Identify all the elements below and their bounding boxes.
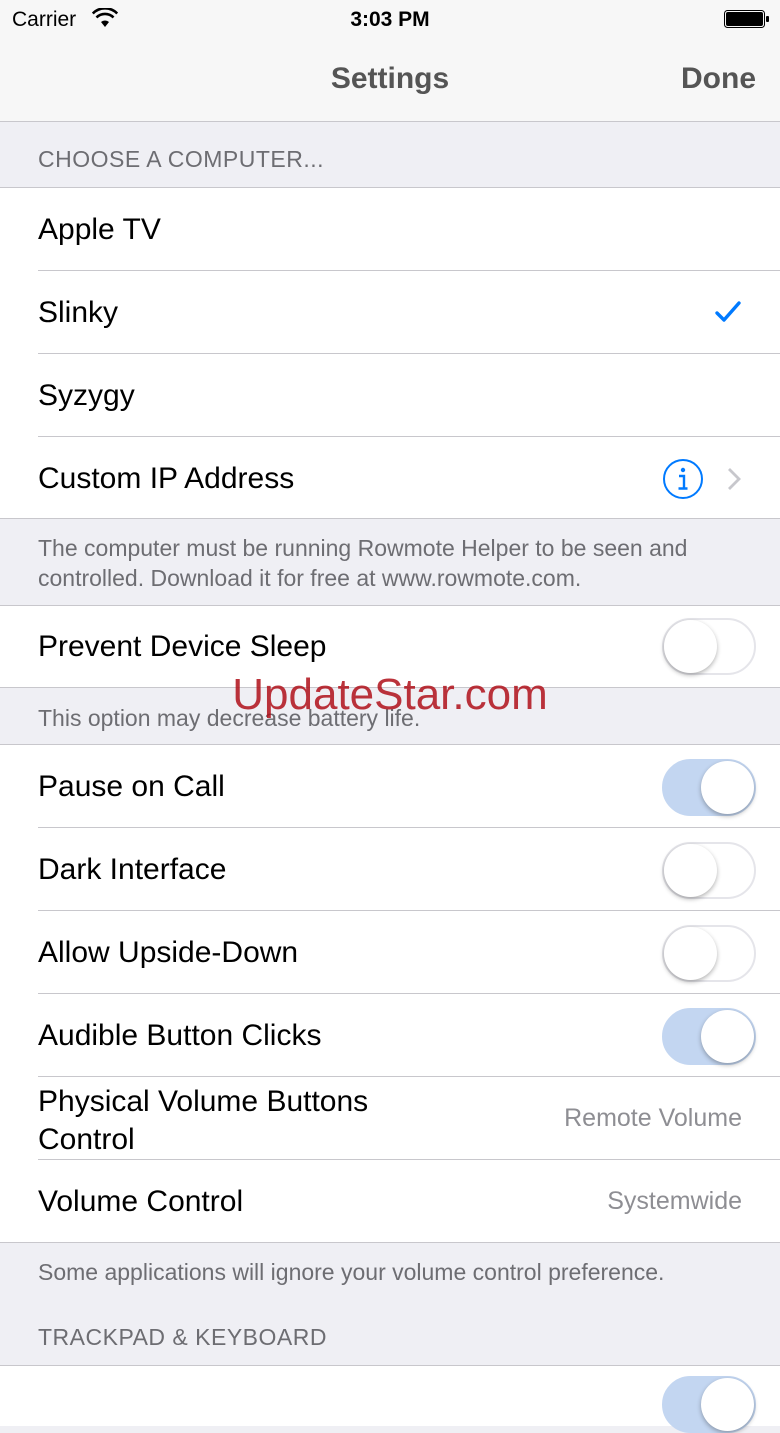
page-title: Settings — [330, 62, 450, 95]
allow-upside-down-row: Allow Upside-Down — [0, 911, 780, 994]
toggle-knob — [701, 1378, 754, 1431]
physical-volume-value: Remote Volume — [564, 1104, 742, 1132]
section-header-trackpad: TRACKPAD & KEYBOARD — [38, 1324, 327, 1350]
sleep-group: Prevent Device Sleep — [0, 605, 780, 688]
audible-clicks-label: Audible Button Clicks — [38, 1019, 322, 1052]
audible-clicks-row: Audible Button Clicks — [0, 994, 780, 1077]
allow-upside-down-label: Allow Upside-Down — [38, 936, 299, 969]
section-header-choose-computer: CHOOSE A COMPUTER... — [38, 146, 325, 172]
computer-item-apple-tv[interactable]: Apple TV — [0, 188, 780, 271]
toggle-knob — [664, 844, 717, 897]
volume-control-label: Volume Control — [38, 1185, 244, 1218]
computer-item-custom-ip[interactable]: Custom IP Address — [0, 437, 780, 520]
computer-item-slinky[interactable]: Slinky — [0, 271, 780, 354]
status-bar: Carrier 3:03 PM — [0, 0, 780, 40]
pause-on-call-toggle[interactable] — [662, 759, 756, 816]
prevent-sleep-row: Prevent Device Sleep — [0, 606, 780, 687]
computer-item-syzygy[interactable]: Syzygy — [0, 354, 780, 437]
volume-control-value: Systemwide — [607, 1187, 742, 1215]
options-group: Pause on Call Dark Interface Allow Upsid… — [0, 744, 780, 1243]
chevron-right-icon — [728, 468, 741, 490]
allow-upside-down-toggle[interactable] — [662, 925, 756, 982]
physical-volume-row[interactable]: Physical Volume Buttons Control Remote V… — [0, 1077, 780, 1160]
computer-footer-note: The computer must be running Rowmote Hel… — [38, 535, 688, 591]
toggle-knob — [664, 620, 717, 673]
dark-interface-toggle[interactable] — [662, 842, 756, 899]
battery-icon — [724, 10, 769, 28]
dark-interface-row: Dark Interface — [0, 828, 780, 911]
navigation-bar: Settings Done — [0, 40, 780, 122]
toggle-knob — [664, 927, 717, 980]
computer-item-label: Slinky — [38, 296, 119, 329]
dark-interface-label: Dark Interface — [38, 853, 227, 886]
clock: 3:03 PM — [350, 8, 430, 31]
volume-control-row[interactable]: Volume Control Systemwide — [0, 1160, 780, 1243]
computer-list: Apple TV Slinky Syzygy Custom IP Address — [0, 187, 780, 519]
computer-item-label: Syzygy — [38, 379, 135, 412]
done-button[interactable]: Done — [681, 62, 756, 96]
trackpad-toggle[interactable] — [662, 1376, 756, 1433]
pause-on-call-label: Pause on Call — [38, 770, 225, 803]
computer-item-label: Apple TV — [38, 213, 161, 246]
volume-footer-note: Some applications will ignore your volum… — [38, 1259, 665, 1285]
toggle-knob — [701, 1010, 754, 1063]
computer-item-label: Custom IP Address — [38, 462, 295, 495]
physical-volume-label: Physical Volume Buttons Control — [38, 1085, 369, 1156]
sleep-footer-note: This option may decrease battery life. — [38, 705, 421, 731]
audible-clicks-toggle[interactable] — [662, 1008, 756, 1065]
info-icon[interactable] — [662, 458, 704, 500]
toggle-knob — [701, 761, 754, 814]
prevent-sleep-toggle[interactable] — [662, 618, 756, 675]
prevent-sleep-label: Prevent Device Sleep — [38, 630, 327, 663]
pause-on-call-row: Pause on Call — [0, 745, 780, 828]
checkmark-icon — [715, 301, 741, 322]
trackpad-group — [0, 1365, 780, 1433]
